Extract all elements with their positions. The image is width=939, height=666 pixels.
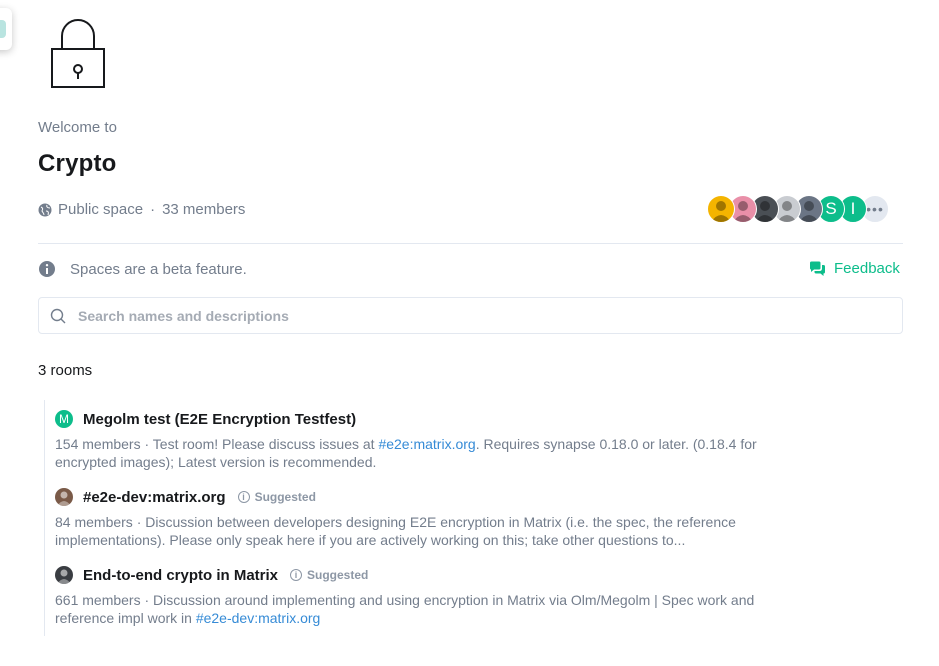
room-item[interactable]: End-to-end crypto in Matrix i Suggested 661… bbox=[55, 564, 815, 627]
beta-text: Spaces are a beta feature. bbox=[70, 260, 247, 278]
suggested-badge: i Suggested bbox=[290, 568, 368, 582]
rooms-count: 3 rooms bbox=[38, 362, 93, 379]
room-description: 84 members · Discussion between develope… bbox=[55, 514, 736, 548]
room-description: 661 members · Discussion around implemen… bbox=[55, 592, 755, 626]
beta-notice: Spaces are a beta feature. bbox=[38, 260, 247, 278]
feedback-label: Feedback bbox=[834, 260, 900, 277]
suggested-label: Suggested bbox=[254, 490, 316, 504]
room-item[interactable]: M Megolm test (E2E Encryption Testfest) 15… bbox=[55, 408, 815, 471]
room-search[interactable] bbox=[38, 297, 903, 334]
visibility-label: Public space bbox=[58, 201, 144, 218]
user-avatar-image bbox=[711, 201, 731, 222]
room-header: #e2e-dev:matrix.org i Suggested bbox=[55, 486, 815, 508]
member-facepile[interactable]: S I ••• bbox=[707, 195, 889, 223]
info-icon bbox=[39, 261, 55, 277]
divider bbox=[38, 243, 903, 244]
avatar-letter: I bbox=[850, 199, 856, 218]
room-alias-link[interactable]: #e2e:matrix.org bbox=[378, 436, 475, 452]
room-name: #e2e-dev:matrix.org bbox=[83, 488, 226, 506]
room-avatar bbox=[55, 566, 73, 584]
room-avatar-image bbox=[57, 491, 71, 506]
room-avatar bbox=[55, 488, 73, 506]
suggested-badge: i Suggested bbox=[237, 490, 316, 504]
member-avatar[interactable] bbox=[707, 195, 735, 223]
info-icon: i bbox=[290, 569, 302, 581]
room-avatar-letter: M bbox=[59, 412, 69, 426]
search-input[interactable] bbox=[76, 306, 902, 325]
context-menu-edge bbox=[0, 8, 12, 50]
room-avatar-image bbox=[57, 569, 71, 584]
search-icon bbox=[50, 308, 66, 323]
room-list: M Megolm test (E2E Encryption Testfest) 15… bbox=[44, 400, 875, 636]
room-description: 154 members · Test room! Please discuss … bbox=[55, 436, 757, 470]
room-avatar: M bbox=[55, 410, 73, 428]
members-count[interactable]: 33 members bbox=[162, 201, 245, 218]
room-alias-link[interactable]: #e2e-dev:matrix.org bbox=[196, 610, 321, 626]
room-header: End-to-end crypto in Matrix i Suggested bbox=[55, 564, 815, 586]
globe-icon bbox=[38, 203, 52, 216]
space-name: Crypto bbox=[38, 150, 117, 177]
feedback-button[interactable]: Feedback bbox=[809, 260, 900, 277]
chat-bubbles-icon bbox=[810, 261, 825, 276]
room-name: End-to-end crypto in Matrix bbox=[83, 566, 278, 584]
lock-icon bbox=[50, 19, 106, 89]
space-meta: Public space · 33 members bbox=[38, 201, 245, 218]
avatar-letter: ••• bbox=[866, 201, 884, 217]
suggested-label: Suggested bbox=[307, 568, 369, 582]
welcome-label: Welcome to bbox=[38, 119, 117, 136]
meta-separator: · bbox=[150, 201, 156, 218]
room-item[interactable]: #e2e-dev:matrix.org i Suggested 84 members … bbox=[55, 486, 815, 549]
info-icon: i bbox=[237, 491, 250, 503]
room-name: Megolm test (E2E Encryption Testfest) bbox=[83, 410, 357, 428]
avatar-letter: S bbox=[825, 199, 837, 218]
room-header: M Megolm test (E2E Encryption Testfest) bbox=[55, 408, 815, 430]
